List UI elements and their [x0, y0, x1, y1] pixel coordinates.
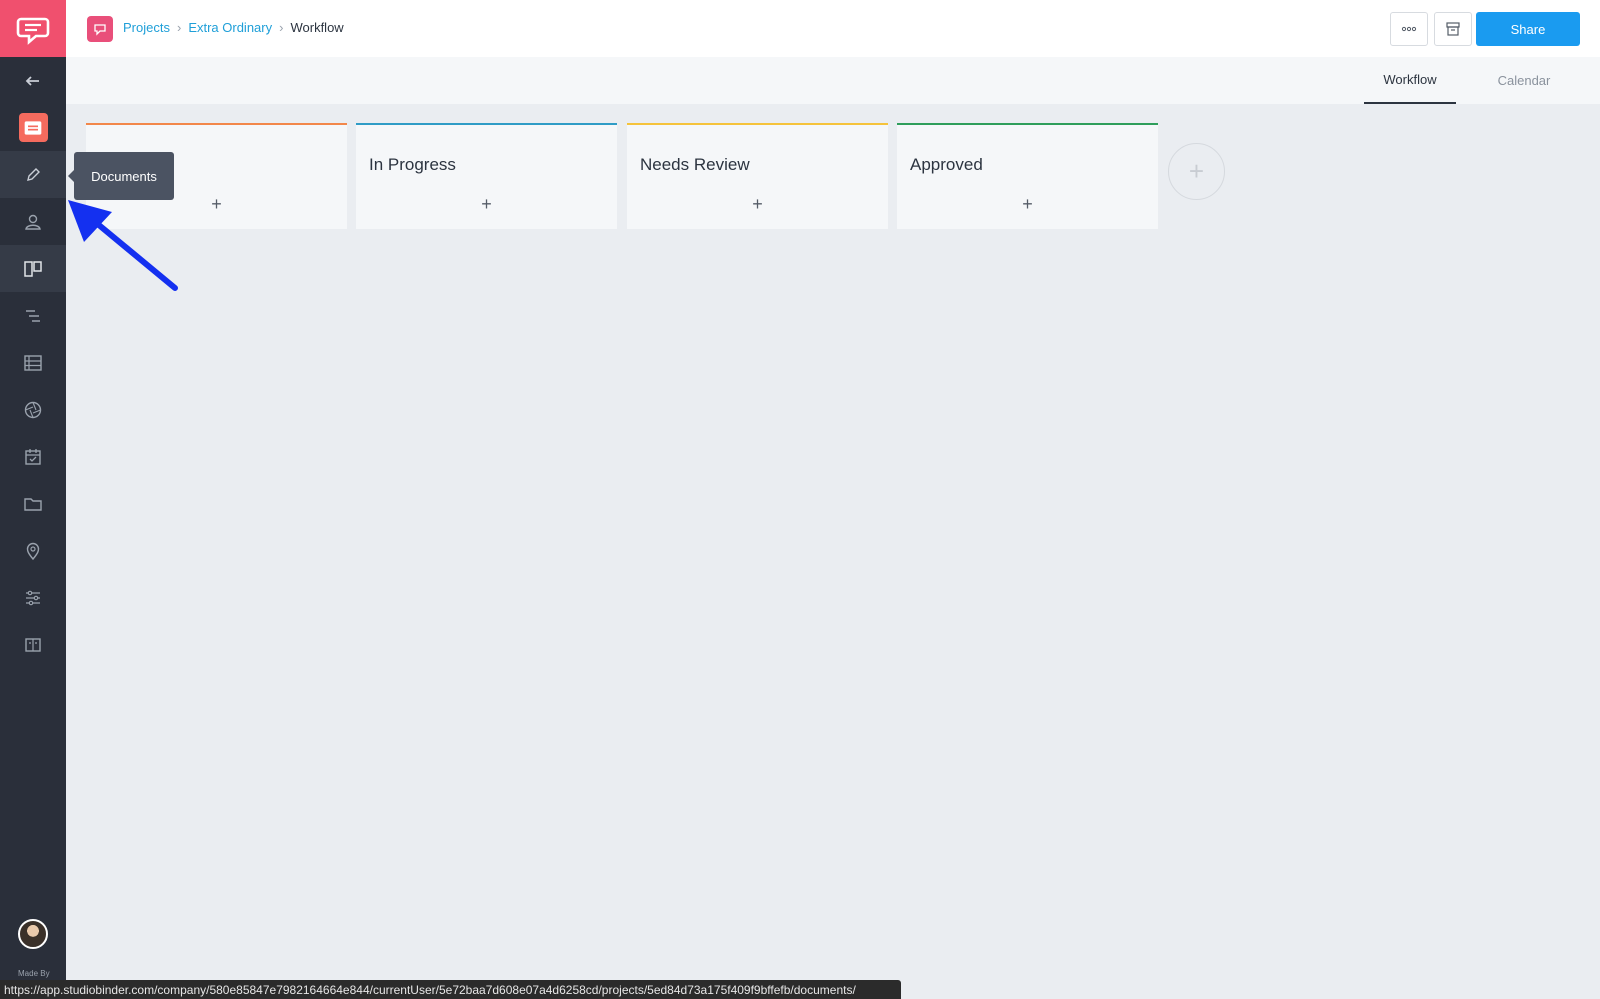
top-header: Projects › Extra Ordinary › Workflow Sha…	[66, 0, 1600, 57]
breadcrumb-projects[interactable]: Projects	[123, 20, 170, 35]
made-by-label: Made By	[18, 969, 50, 978]
chevron-right-icon: ›	[279, 20, 284, 35]
share-button[interactable]: Share	[1476, 12, 1580, 46]
sliders-icon	[26, 590, 40, 605]
column-title[interactable]: In Progress	[369, 155, 456, 175]
breadcrumb-project[interactable]: Extra Ordinary	[188, 20, 272, 35]
project-badge-icon	[87, 16, 113, 42]
folder-icon	[24, 497, 42, 511]
documents-tooltip: Documents	[68, 152, 174, 200]
column-title[interactable]: Needs Review	[640, 155, 750, 175]
tab-calendar[interactable]: Calendar	[1478, 57, 1570, 104]
user-avatar[interactable]	[18, 919, 48, 949]
list-icon	[24, 354, 42, 371]
sidebar-item-board[interactable]	[0, 245, 66, 292]
chat-logo-icon	[16, 17, 50, 45]
sidebar-item-guide[interactable]	[0, 621, 66, 668]
sidebar-item-files[interactable]	[0, 480, 66, 527]
sidebar-item-locations[interactable]	[0, 527, 66, 574]
sidebar: Made By	[0, 0, 66, 999]
workflow-column: Approved +	[897, 123, 1158, 229]
ellipsis-icon	[1401, 26, 1417, 32]
pencil-icon	[27, 167, 40, 181]
calendar-check-icon	[25, 448, 41, 465]
workflow-column: Needs Review +	[627, 123, 888, 229]
add-card-button[interactable]: +	[356, 195, 617, 213]
timeline-icon	[26, 309, 40, 322]
location-pin-icon	[26, 542, 40, 560]
sidebar-item-list[interactable]	[0, 339, 66, 386]
board-icon	[24, 260, 42, 277]
sidebar-item-calendar[interactable]	[0, 433, 66, 480]
project-icon	[18, 113, 48, 142]
back-button[interactable]	[0, 57, 66, 104]
breadcrumb-current: Workflow	[290, 20, 344, 35]
status-url-bar: https://app.studiobinder.com/company/580…	[0, 980, 901, 999]
column-title[interactable]: Approved	[910, 155, 983, 175]
chevron-right-icon: ›	[176, 20, 182, 35]
tab-workflow[interactable]: Workflow	[1364, 57, 1456, 104]
add-column-button[interactable]: +	[1168, 143, 1225, 200]
app-logo[interactable]	[0, 0, 66, 57]
project-button[interactable]	[0, 104, 66, 151]
annotation-arrow-icon	[68, 200, 178, 291]
book-icon	[25, 637, 41, 652]
back-arrow-icon	[25, 75, 39, 86]
archive-icon	[1446, 22, 1460, 36]
view-tabs-bar: Workflow Calendar	[66, 57, 1600, 104]
sidebar-item-shots[interactable]	[0, 386, 66, 433]
breadcrumb: Projects › Extra Ordinary › Workflow	[123, 20, 344, 35]
sidebar-item-timeline[interactable]	[0, 292, 66, 339]
contacts-icon	[25, 214, 41, 230]
workflow-column: In Progress +	[356, 123, 617, 229]
sidebar-item-settings[interactable]	[0, 574, 66, 621]
add-card-button[interactable]: +	[627, 195, 888, 213]
aperture-icon	[24, 401, 42, 418]
archive-button[interactable]	[1434, 12, 1472, 46]
more-options-button[interactable]	[1390, 12, 1428, 46]
sidebar-item-contacts[interactable]	[0, 198, 66, 245]
add-card-button[interactable]: +	[897, 195, 1158, 213]
sidebar-item-documents[interactable]	[0, 151, 66, 198]
